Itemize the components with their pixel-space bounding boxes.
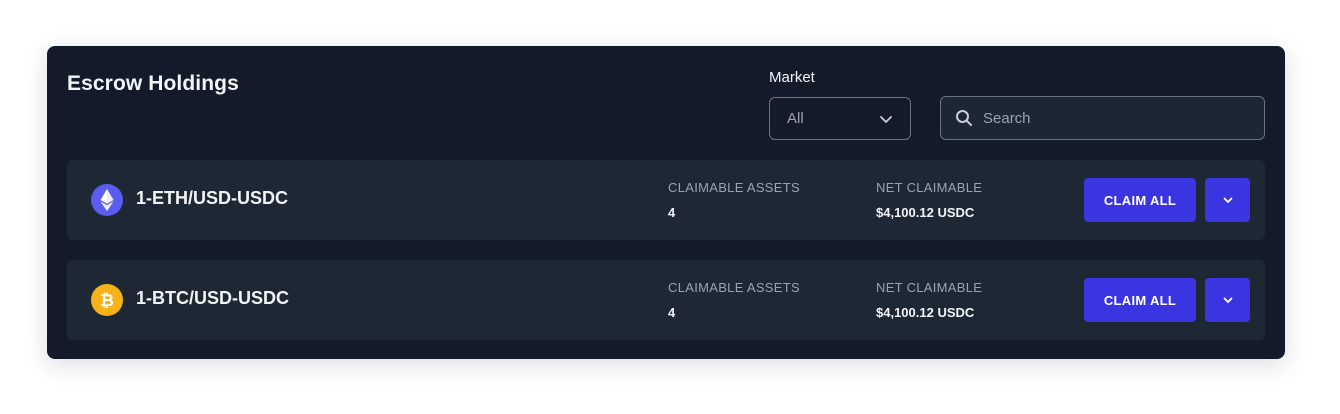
expand-row-button[interactable]	[1205, 178, 1250, 222]
ethereum-icon	[91, 184, 123, 216]
claimable-assets-label: CLAIMABLE ASSETS	[668, 180, 800, 195]
chevron-down-icon	[1223, 197, 1232, 203]
chevron-down-icon	[880, 115, 892, 123]
svg-text:₿: ₿	[100, 291, 114, 311]
claim-all-button[interactable]: CLAIM ALL	[1084, 178, 1196, 222]
chevron-down-icon	[1223, 297, 1232, 303]
net-claimable-label: NET CLAIMABLE	[876, 180, 983, 195]
panel-title: Escrow Holdings	[67, 72, 239, 95]
claimable-assets-value: 4	[668, 305, 676, 320]
search-box[interactable]	[940, 96, 1265, 140]
claimable-assets-value: 4	[668, 205, 676, 220]
escrow-holdings-panel: Escrow Holdings Market All 1-ETH/USD-USD…	[47, 46, 1285, 359]
escrow-row: 1-ETH/USD-USDC CLAIMABLE ASSETS 4 NET CL…	[67, 160, 1265, 240]
bitcoin-icon: ₿	[91, 284, 123, 316]
market-name: 1-ETH/USD-USDC	[136, 188, 289, 208]
claim-all-button[interactable]: CLAIM ALL	[1084, 278, 1196, 322]
search-input[interactable]	[983, 109, 1250, 127]
escrow-row: ₿ 1-BTC/USD-USDC CLAIMABLE ASSETS 4 NET …	[67, 260, 1265, 340]
claimable-assets-label: CLAIMABLE ASSETS	[668, 280, 800, 295]
net-claimable-value: $4,100.12 USDC	[876, 205, 975, 220]
net-claimable-value: $4,100.12 USDC	[876, 305, 975, 320]
net-claimable-label: NET CLAIMABLE	[876, 280, 983, 295]
market-select[interactable]: All	[769, 97, 911, 140]
market-name: 1-BTC/USD-USDC	[136, 288, 289, 308]
expand-row-button[interactable]	[1205, 278, 1250, 322]
search-icon	[956, 110, 972, 126]
market-filter-label: Market	[769, 69, 815, 86]
market-select-value: All	[787, 110, 804, 127]
